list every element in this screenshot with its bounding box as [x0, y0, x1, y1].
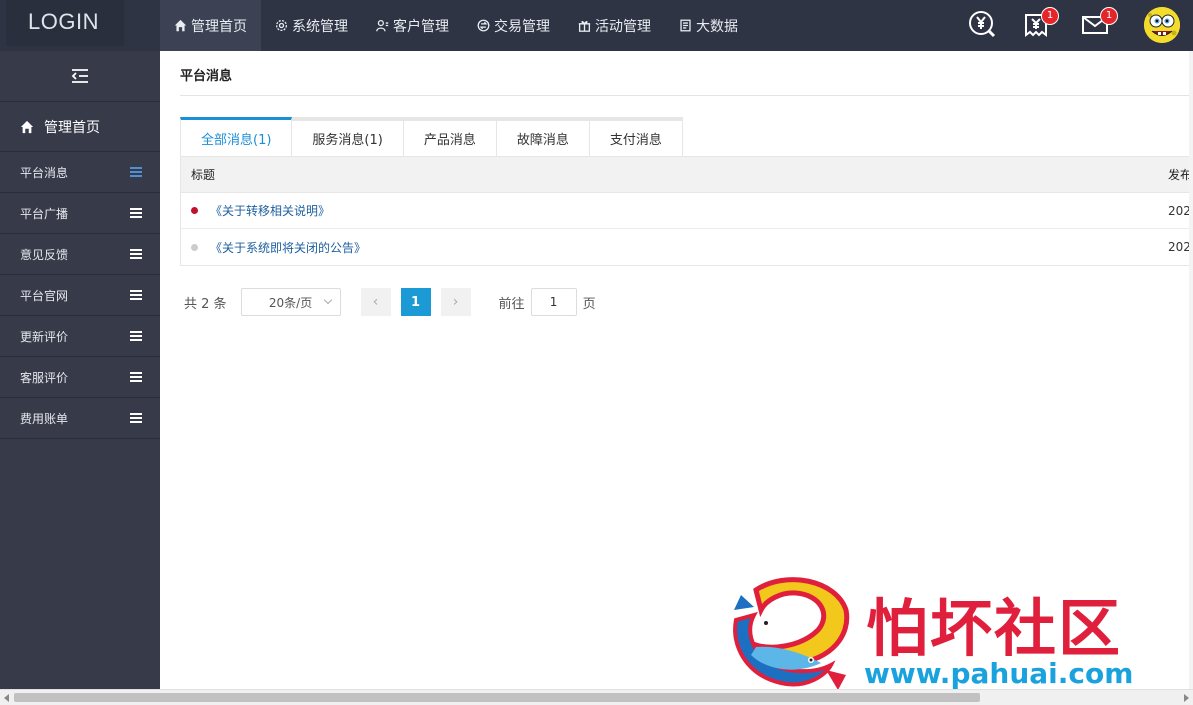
tab-service-messages[interactable]: 服务消息(1)	[292, 121, 404, 156]
watermark-text: 怕坏社区	[866, 592, 1123, 665]
messages-table: 标题 发布 《关于转移相关说明》 2024 《关于系统即将关闭的公告》 2024	[180, 156, 1193, 266]
nav-item-bigdata[interactable]: 大数据	[665, 0, 752, 51]
tab-payment-messages[interactable]: 支付消息	[589, 121, 683, 156]
next-page-button[interactable]: ›	[440, 288, 471, 316]
nav-item-activity[interactable]: 活动管理	[564, 0, 665, 51]
nav-item-customer[interactable]: 客户管理	[362, 0, 463, 51]
receipt-badge: 1	[1041, 7, 1059, 25]
top-bar: LOGIN 管理首页 系统管理 客户管理 交易管理 活动管理 大数据 1 1	[0, 0, 1193, 51]
nav-item-system[interactable]: 系统管理	[261, 0, 362, 51]
sidebar-item-label: 费用账单	[20, 411, 69, 426]
nav-item-label: 客户管理	[393, 18, 449, 35]
fish-logo-icon	[733, 577, 850, 690]
sidebar-home-label: 管理首页	[44, 119, 100, 136]
scroll-right-arrow-icon[interactable]	[1184, 694, 1189, 702]
sidebar-item-official-site[interactable]: 平台官网	[0, 275, 160, 316]
scroll-left-arrow-icon[interactable]	[4, 694, 9, 702]
sidebar-item-update-reviews[interactable]: 更新评价	[0, 316, 160, 357]
menu-icon	[130, 249, 142, 259]
table-row: 《关于转移相关说明》 2024	[181, 193, 1193, 229]
tab-product-messages[interactable]: 产品消息	[403, 121, 497, 156]
sidebar-item-platform-broadcast[interactable]: 平台广播	[0, 193, 160, 234]
sidebar-item-label: 客服评价	[20, 370, 69, 385]
menu-icon	[130, 331, 142, 341]
sidebar-item-billing[interactable]: 费用账单	[0, 398, 160, 439]
logo: LOGIN	[6, 0, 124, 46]
page-size-select[interactable]: 20条/页	[240, 288, 341, 316]
menu-icon	[130, 208, 142, 218]
page-title: 平台消息	[180, 69, 233, 84]
spongebob-avatar-icon	[1144, 7, 1180, 43]
nav-item-label: 管理首页	[191, 18, 247, 35]
table-row: 《关于系统即将关闭的公告》 2024	[181, 229, 1193, 265]
exchange-icon	[477, 19, 490, 32]
mail-button[interactable]: 1	[1081, 7, 1118, 40]
sidebar-item-platform-messages[interactable]: 平台消息	[0, 152, 160, 193]
scrollbar-thumb[interactable]	[14, 693, 980, 702]
sidebar-item-home[interactable]: 管理首页	[0, 102, 160, 152]
logo-area: LOGIN	[0, 0, 160, 51]
unread-dot-icon	[191, 207, 198, 214]
app: LOGIN 管理首页 系统管理 客户管理 交易管理 活动管理 大数据 1 1 管…	[0, 0, 1193, 705]
yuan-search-icon	[969, 11, 996, 38]
nav-item-label: 交易管理	[494, 18, 550, 35]
nav-item-label: 活动管理	[595, 18, 651, 35]
sidebar-item-label: 更新评价	[20, 329, 69, 344]
sidebar-item-label: 平台官网	[20, 288, 69, 303]
page-number-current[interactable]: 1	[400, 288, 431, 316]
chevron-down-icon	[323, 295, 332, 305]
sidebar-item-label: 平台消息	[20, 165, 69, 180]
nav-item-label: 系统管理	[292, 18, 348, 35]
gift-icon	[578, 21, 591, 32]
goto-label: 前往	[498, 296, 525, 312]
sidebar-toggle-button[interactable]	[0, 51, 160, 102]
page-size-value: 20条/页	[268, 295, 313, 310]
watermark-url: www.pahuai.com	[864, 657, 1134, 690]
vertical-scrollbar[interactable]	[1189, 51, 1193, 689]
menu-icon	[130, 413, 142, 423]
nav-item-trade[interactable]: 交易管理	[463, 0, 564, 51]
goto-page-input[interactable]	[530, 288, 577, 316]
sidebar-item-service-reviews[interactable]: 客服评价	[0, 357, 160, 398]
horizontal-scrollbar[interactable]	[0, 689, 1193, 705]
nav-item-label: 大数据	[696, 18, 738, 35]
avatar[interactable]	[1144, 7, 1180, 43]
user-icon	[376, 19, 389, 32]
document-icon	[680, 19, 691, 32]
sidebar-item-label: 平台广播	[20, 206, 69, 221]
pagination: 共 2 条 20条/页 ‹ 1 › 前往 页	[184, 288, 596, 316]
tab-all-messages[interactable]: 全部消息(1)	[180, 117, 293, 156]
message-link[interactable]: 《关于转移相关说明》	[210, 202, 330, 219]
home-icon	[174, 19, 187, 32]
menu-icon	[130, 372, 142, 382]
receipt-button[interactable]: 1	[1022, 7, 1059, 40]
menu-icon	[130, 290, 142, 300]
nav-item-home[interactable]: 管理首页	[160, 0, 261, 51]
tab-fault-messages[interactable]: 故障消息	[496, 121, 590, 156]
sidebar: 管理首页 平台消息 平台广播 意见反馈 平台官网 更新评价 客服评价 费用账单	[0, 51, 160, 705]
column-header-title: 标题	[191, 168, 216, 182]
prev-page-button[interactable]: ‹	[360, 288, 391, 316]
sidebar-item-label: 意见反馈	[20, 247, 69, 262]
message-link[interactable]: 《关于系统即将关闭的公告》	[210, 239, 366, 256]
table-header: 标题 发布	[181, 157, 1193, 193]
divider	[180, 95, 1189, 96]
top-nav: 管理首页 系统管理 客户管理 交易管理 活动管理 大数据	[160, 0, 752, 51]
menu-icon	[130, 167, 142, 177]
top-icons: 1 1	[963, 0, 1193, 51]
collapse-menu-icon	[71, 69, 88, 83]
yuan-search-button[interactable]	[968, 10, 998, 40]
total-count: 共 2 条	[184, 296, 227, 312]
home-icon	[20, 120, 34, 133]
gear-icon	[275, 19, 288, 32]
message-tabs: 全部消息(1) 服务消息(1) 产品消息 故障消息 支付消息	[180, 117, 683, 156]
goto-suffix: 页	[582, 296, 596, 312]
sidebar-item-feedback[interactable]: 意见反馈	[0, 234, 160, 275]
mail-badge: 1	[1100, 7, 1118, 25]
read-dot-icon	[191, 243, 198, 251]
